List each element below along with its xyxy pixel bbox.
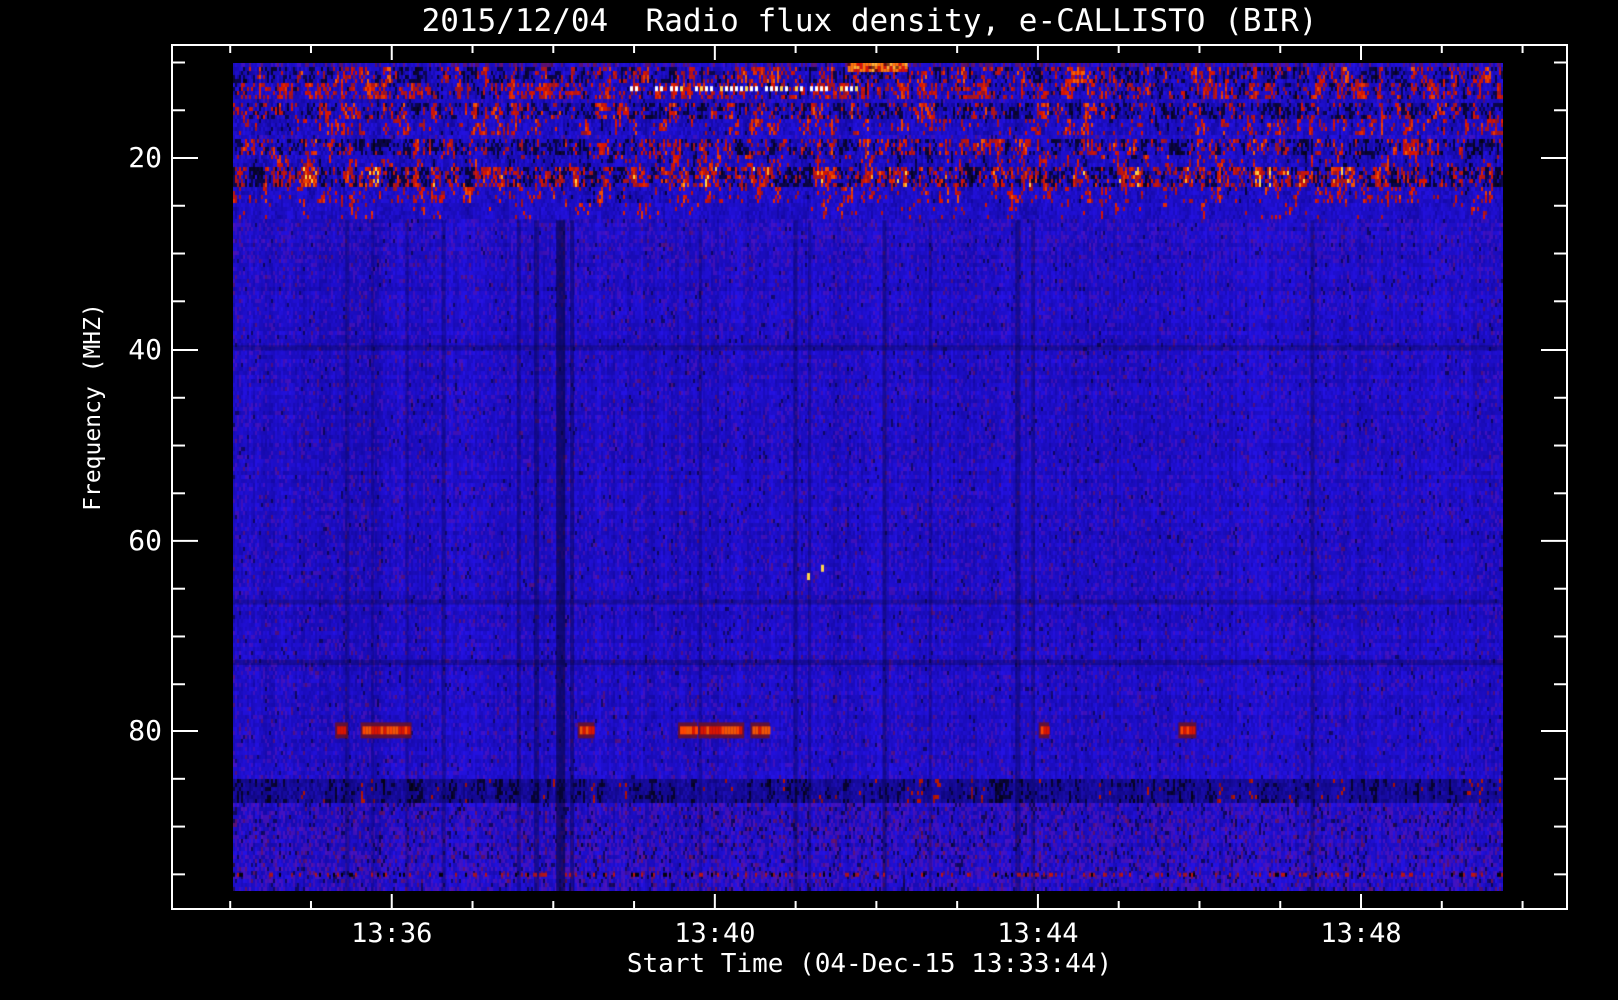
axes-frame [171, 44, 1568, 910]
y-axis-label: Frequency (MHZ) [80, 303, 106, 511]
spectrogram-plot: 2015/12/04 Radio flux density, e-CALLIST… [0, 0, 1618, 1000]
plot-frame [171, 44, 1568, 910]
y-tick-label: 80 [128, 714, 162, 748]
x-tick-label: 13:48 [1320, 918, 1402, 949]
x-axis-label: Start Time (04-Dec-15 13:33:44) [626, 949, 1113, 979]
x-tick-label: 13:44 [997, 918, 1079, 949]
y-tick-label: 60 [128, 523, 162, 557]
y-tick-label: 20 [128, 140, 162, 174]
x-tick-label: 13:40 [674, 918, 756, 949]
x-tick-label: 13:36 [351, 918, 433, 949]
